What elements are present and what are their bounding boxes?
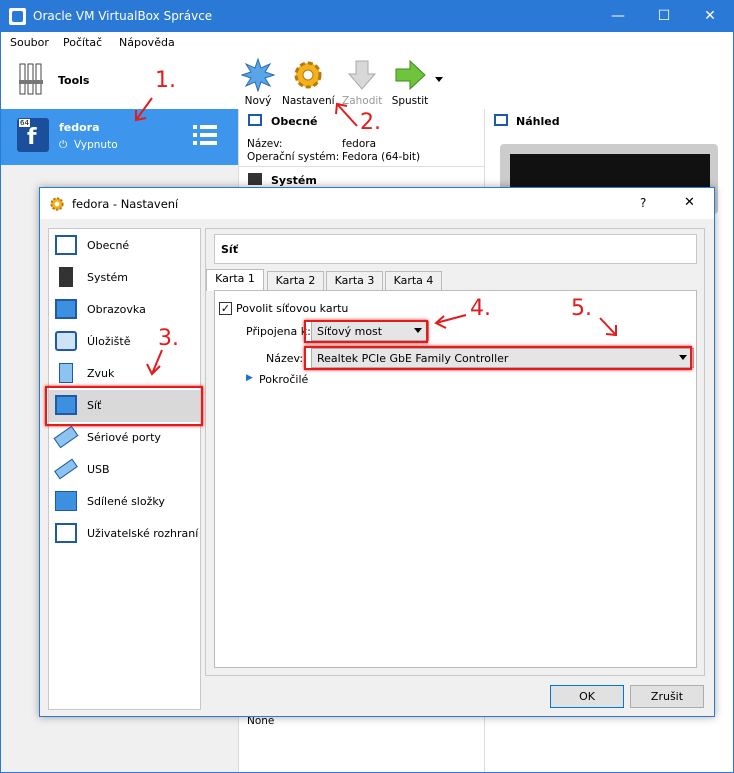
- annotation-arrows: [135, 97, 617, 376]
